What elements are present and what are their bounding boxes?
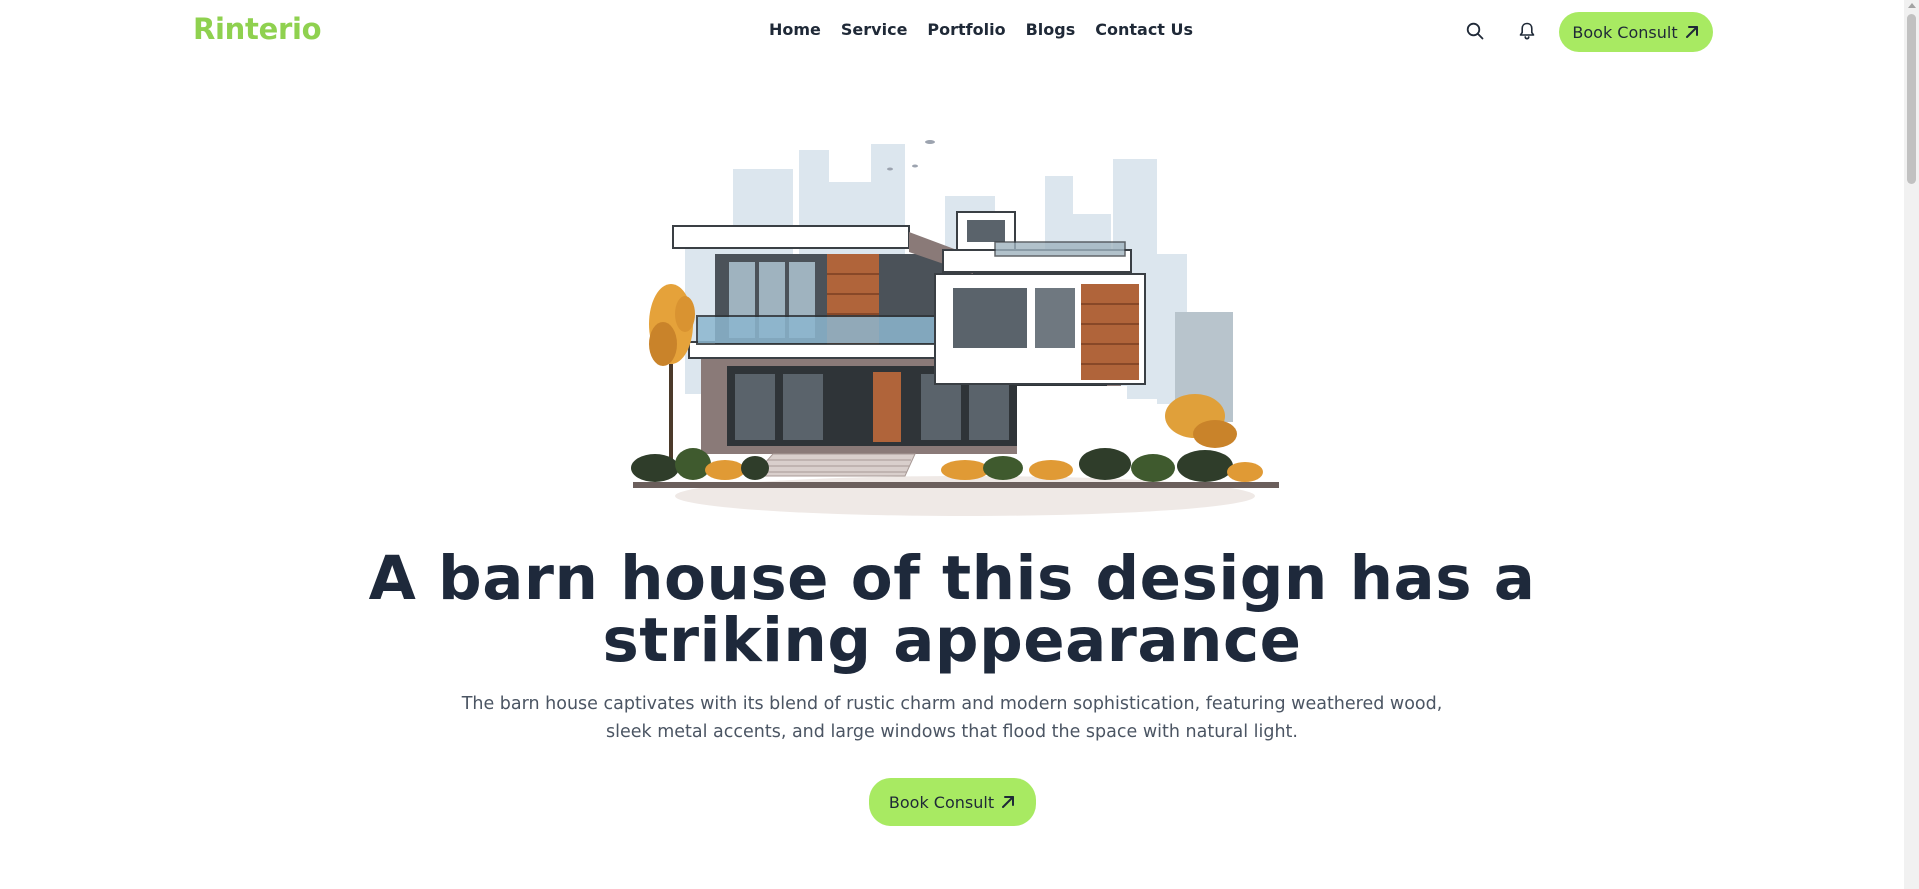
nav-link-contact-us[interactable]: Contact Us: [1095, 20, 1193, 39]
hero-book-consult-button[interactable]: Book Consult: [869, 778, 1036, 826]
navbar: Rinterio Home Service Portfolio Blogs Co…: [0, 0, 1904, 62]
search-icon: [1466, 22, 1484, 40]
arrow-up-right-icon: [1002, 796, 1015, 808]
nav-link-service[interactable]: Service: [841, 20, 908, 39]
brand-logo[interactable]: Rinterio: [193, 12, 322, 46]
hero-subtitle: The barn house captivates with its blend…: [461, 694, 1443, 742]
scroll-thumb[interactable]: [1907, 14, 1916, 184]
modern-house-illustration: [631, 140, 1279, 516]
page-scrollbar[interactable]: [1904, 0, 1919, 889]
book-consult-label: Book Consult: [1572, 22, 1678, 42]
nav-link-blogs[interactable]: Blogs: [1026, 20, 1076, 39]
hero-book-consult-label: Book Consult: [888, 792, 995, 812]
scroll-up-arrow[interactable]: [1908, 3, 1916, 8]
nav-link-home[interactable]: Home: [769, 20, 821, 39]
search-button[interactable]: [1464, 20, 1486, 42]
notifications-button[interactable]: [1516, 20, 1538, 42]
hero-headline: A barn house of this design has a striki…: [368, 543, 1536, 676]
arrow-up-right-icon: [1685, 26, 1698, 38]
nav-link-portfolio[interactable]: Portfolio: [927, 20, 1005, 39]
main-nav: Home Service Portfolio Blogs Contact Us: [769, 20, 1193, 39]
bell-icon: [1519, 22, 1535, 40]
book-consult-button[interactable]: Book Consult: [1559, 12, 1713, 52]
